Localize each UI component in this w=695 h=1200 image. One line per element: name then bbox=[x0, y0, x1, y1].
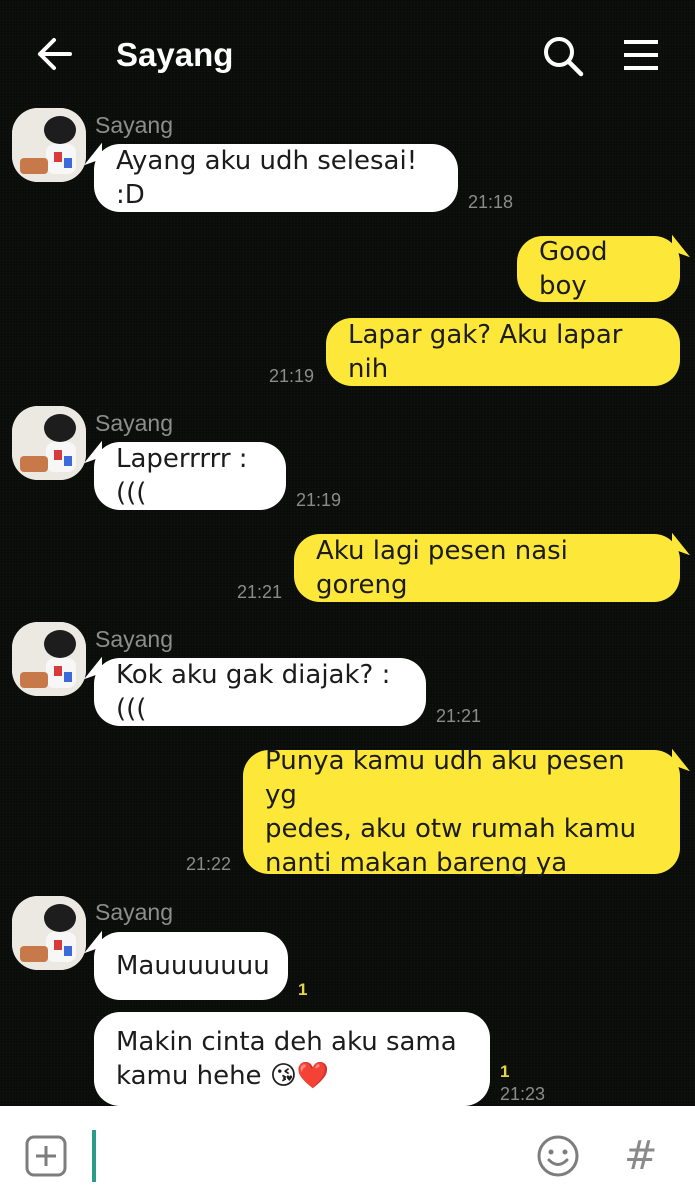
sender-name: Sayang bbox=[95, 899, 174, 925]
back-button[interactable] bbox=[30, 32, 78, 76]
message-bubble[interactable]: Laperrrrr :((( bbox=[94, 442, 286, 510]
search-button[interactable] bbox=[540, 34, 586, 78]
menu-button[interactable] bbox=[618, 34, 664, 78]
profile-photo-icon bbox=[12, 406, 86, 480]
avatar[interactable] bbox=[12, 108, 86, 182]
arrow-left-icon bbox=[38, 38, 72, 70]
profile-photo-icon bbox=[12, 896, 86, 970]
emoji-button[interactable] bbox=[536, 1134, 580, 1178]
profile-photo-icon bbox=[12, 622, 86, 696]
message-text: Ayang aku udh selesai! :D bbox=[116, 146, 418, 210]
avatar[interactable] bbox=[12, 622, 86, 696]
sender-name: Sayang bbox=[95, 626, 174, 652]
search-icon bbox=[544, 37, 584, 77]
message-text: Punya kamu udh aku pesen yg pedes, aku o… bbox=[265, 746, 637, 878]
smiley-icon bbox=[537, 1135, 579, 1177]
message-bubble[interactable]: Lapar gak? Aku lapar nih bbox=[326, 318, 680, 386]
unread-count: 1 bbox=[500, 1062, 510, 1081]
attach-button[interactable] bbox=[24, 1134, 68, 1178]
message-time: 21:21 bbox=[436, 706, 482, 726]
unread-count: 1 bbox=[298, 980, 308, 999]
avatar[interactable] bbox=[12, 896, 86, 970]
message-time: 21:19 bbox=[296, 490, 342, 510]
message-input-bar: # bbox=[0, 1106, 695, 1200]
plus-square-icon bbox=[25, 1135, 67, 1177]
chat-header: Sayang bbox=[0, 0, 695, 108]
message-text: Mauuuuuuu bbox=[116, 951, 270, 981]
message-time: 21:21 bbox=[237, 582, 283, 602]
message-time: 21:18 bbox=[468, 192, 514, 212]
profile-photo-icon bbox=[12, 108, 86, 182]
chat-screen: Sayang Sayang Ayang aku udh selesai!:D … bbox=[0, 0, 695, 1200]
message-bubble[interactable]: Mauuuuuuu bbox=[94, 932, 288, 1000]
message-text: Aku lagi pesen nasi goreng bbox=[316, 536, 568, 600]
hamburger-menu-icon bbox=[624, 40, 658, 70]
message-bubble[interactable]: Ayang aku udh selesai! :D bbox=[94, 144, 458, 212]
message-time: 21:22 bbox=[186, 854, 232, 874]
avatar[interactable] bbox=[12, 406, 86, 480]
message-bubble[interactable]: Punya kamu udh aku pesen yg pedes, aku o… bbox=[243, 746, 680, 878]
message-bubble[interactable]: Aku lagi pesen nasi goreng bbox=[294, 534, 680, 602]
message-text: Lapar gak? Aku lapar nih bbox=[348, 320, 623, 384]
chat-title: Sayang bbox=[116, 36, 234, 73]
sender-name: Sayang bbox=[95, 112, 174, 138]
message-time: 21:23 bbox=[500, 1084, 546, 1104]
message-bubble[interactable]: Makin cinta deh aku sama kamu hehe 😘❤️ bbox=[94, 1012, 490, 1106]
message-text: Kok aku gak diajak? :((( bbox=[116, 660, 391, 724]
text-cursor bbox=[92, 1130, 96, 1182]
message-bubble[interactable]: Kok aku gak diajak? :((( bbox=[94, 658, 426, 726]
message-text: Laperrrrr :((( bbox=[116, 444, 248, 508]
message-text: Good boy bbox=[539, 237, 608, 301]
hashtag-button[interactable]: # bbox=[624, 1130, 664, 1182]
message-text: Makin cinta deh aku sama kamu hehe 😘❤️ bbox=[116, 1027, 457, 1091]
message-bubble[interactable]: Good boy bbox=[517, 236, 680, 302]
message-time: 21:19 bbox=[269, 366, 315, 386]
message-input[interactable] bbox=[90, 1128, 510, 1184]
sender-name: Sayang bbox=[95, 410, 174, 436]
